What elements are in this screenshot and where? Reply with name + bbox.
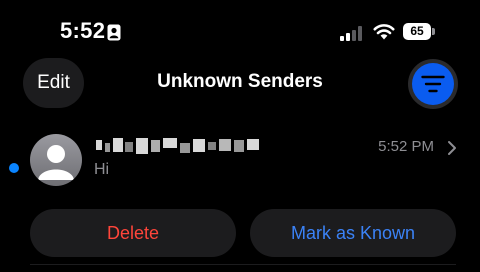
person-silhouette-icon [38, 145, 74, 180]
delete-button[interactable]: Delete [30, 209, 236, 257]
sender-name-redacted [96, 134, 264, 156]
cellular-signal-icon [340, 26, 362, 41]
mark-as-known-button[interactable]: Mark as Known [250, 209, 456, 257]
focus-person-icon [107, 24, 121, 41]
avatar [30, 134, 82, 186]
battery-icon: 65 [403, 23, 435, 40]
edit-button[interactable]: Edit [23, 58, 84, 108]
filter-button-fill [412, 63, 454, 105]
page-title: Unknown Senders [157, 71, 323, 92]
battery-cap [432, 28, 435, 35]
message-preview: Hi [94, 161, 110, 178]
filter-button[interactable] [408, 59, 458, 109]
conversation-row[interactable]: 5:52 PM Hi [0, 128, 480, 194]
status-time: 5:52 [60, 18, 106, 43]
divider [30, 264, 456, 265]
wifi-icon [373, 24, 395, 40]
unread-indicator [9, 163, 19, 173]
message-timestamp: 5:52 PM [378, 138, 434, 155]
battery-level: 65 [403, 23, 431, 40]
chevron-right-icon [448, 141, 456, 155]
filter-lines-icon [421, 75, 445, 93]
status-bar: 5:52 65 [0, 0, 480, 62]
